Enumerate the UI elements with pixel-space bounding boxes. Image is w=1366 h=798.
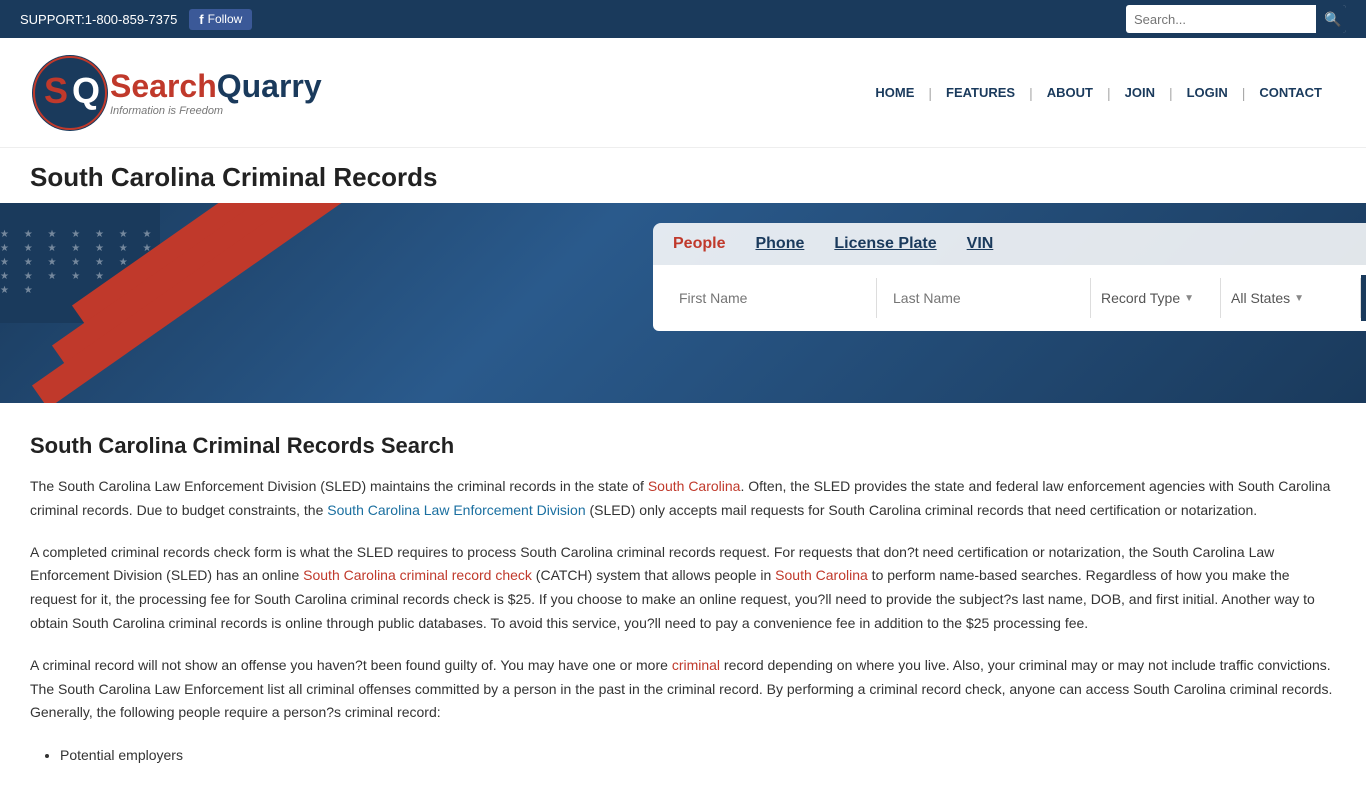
all-states-arrow-icon: ▼ <box>1294 293 1304 304</box>
para3-text1: A criminal record will not show an offen… <box>30 657 672 673</box>
fb-follow-button[interactable]: f Follow <box>189 9 252 30</box>
logo-tagline: Information is Freedom <box>110 105 322 117</box>
header: S Q SearchQuarry Information is Freedom … <box>0 38 1366 148</box>
content-area: South Carolina Criminal Records Search T… <box>0 403 1366 798</box>
nav-features[interactable]: FEATURES <box>932 85 1029 100</box>
top-bar-left: SUPPORT:1-800-859-7375 f Follow <box>20 9 252 30</box>
list-item-1: Potential employers <box>60 743 1336 768</box>
support-phone: SUPPORT:1-800-859-7375 <box>20 12 177 27</box>
logo-brand-part2: Quarry <box>217 68 322 104</box>
search-button[interactable]: SEARCH <box>1361 275 1366 321</box>
logo-brand-part1: Search <box>110 68 217 104</box>
top-search-bar: 🔍 <box>1126 5 1346 33</box>
nav-join[interactable]: JOIN <box>1111 85 1169 100</box>
logo-icon: S Q <box>30 53 110 133</box>
banner: ★ ★ ★ ★ ★ ★ ★ ★ ★ ★ ★ ★ ★ ★ ★ ★ ★ ★ ★ ★ … <box>0 203 1366 403</box>
link-sc-criminal-record-check[interactable]: South Carolina criminal record check <box>303 567 532 583</box>
search-widget: People Phone License Plate VIN Record Ty… <box>653 223 1366 331</box>
nav-about[interactable]: ABOUT <box>1033 85 1107 100</box>
first-name-input[interactable] <box>663 278 877 318</box>
all-states-label: All States <box>1231 290 1290 306</box>
nav-menu: HOME | FEATURES | ABOUT | JOIN | LOGIN |… <box>861 85 1336 101</box>
record-type-label: Record Type <box>1101 290 1180 306</box>
fb-icon: f <box>199 12 203 27</box>
tab-phone[interactable]: Phone <box>755 233 804 255</box>
para1-text1: The South Carolina Law Enforcement Divis… <box>30 478 648 494</box>
tab-people[interactable]: People <box>673 233 725 255</box>
page-title: South Carolina Criminal Records <box>30 162 1336 193</box>
link-sled[interactable]: South Carolina Law Enforcement Division <box>327 502 585 518</box>
top-bar: SUPPORT:1-800-859-7375 f Follow 🔍 <box>0 0 1366 38</box>
requirements-list: Potential employers <box>60 743 1336 768</box>
top-search-button[interactable]: 🔍 <box>1316 5 1346 33</box>
nav-login[interactable]: LOGIN <box>1173 85 1242 100</box>
nav-home[interactable]: HOME <box>861 85 928 100</box>
link-south-carolina-1[interactable]: South Carolina <box>648 478 741 494</box>
logo-brand: SearchQuarry <box>110 68 322 105</box>
nav-contact[interactable]: CONTACT <box>1245 85 1336 100</box>
logo-text-area: SearchQuarry Information is Freedom <box>110 68 322 117</box>
tab-vin[interactable]: VIN <box>967 233 994 255</box>
link-criminal[interactable]: criminal <box>672 657 720 673</box>
content-title: South Carolina Criminal Records Search <box>30 433 1336 459</box>
paragraph-2: A completed criminal records check form … <box>30 541 1336 636</box>
last-name-input[interactable] <box>877 278 1091 318</box>
svg-text:S: S <box>44 70 68 111</box>
magnifier-icon: 🔍 <box>1324 11 1341 28</box>
search-form: Record Type ▼ All States ▼ SEARCH <box>653 265 1366 331</box>
logo-area: S Q SearchQuarry Information is Freedom <box>30 53 322 133</box>
flag-stripe-3 <box>32 203 376 403</box>
para1-text3: (SLED) only accepts mail requests for So… <box>586 502 1258 518</box>
para2-text2: (CATCH) system that allows people in <box>532 567 775 583</box>
record-type-arrow-icon: ▼ <box>1184 293 1194 304</box>
link-south-carolina-2[interactable]: South Carolina <box>775 567 868 583</box>
page-title-area: South Carolina Criminal Records <box>0 148 1366 203</box>
all-states-dropdown[interactable]: All States ▼ <box>1221 278 1361 318</box>
svg-text:Q: Q <box>72 70 100 111</box>
flag-stars: ★ ★ ★ ★ ★ ★ ★ ★ ★ ★ ★ ★ ★ ★ ★ ★ ★ ★ ★ ★ … <box>0 203 160 323</box>
record-type-dropdown[interactable]: Record Type ▼ <box>1091 278 1221 318</box>
search-tabs: People Phone License Plate VIN <box>653 223 1366 265</box>
flag-stripe-2 <box>52 203 380 368</box>
top-search-input[interactable] <box>1126 12 1316 27</box>
fb-follow-label: Follow <box>208 12 243 26</box>
tab-license-plate[interactable]: License Plate <box>834 233 936 255</box>
flag-stripe-1 <box>72 203 380 328</box>
paragraph-1: The South Carolina Law Enforcement Divis… <box>30 475 1336 523</box>
paragraph-3: A criminal record will not show an offen… <box>30 654 1336 725</box>
flag-decor: ★ ★ ★ ★ ★ ★ ★ ★ ★ ★ ★ ★ ★ ★ ★ ★ ★ ★ ★ ★ … <box>0 203 380 403</box>
